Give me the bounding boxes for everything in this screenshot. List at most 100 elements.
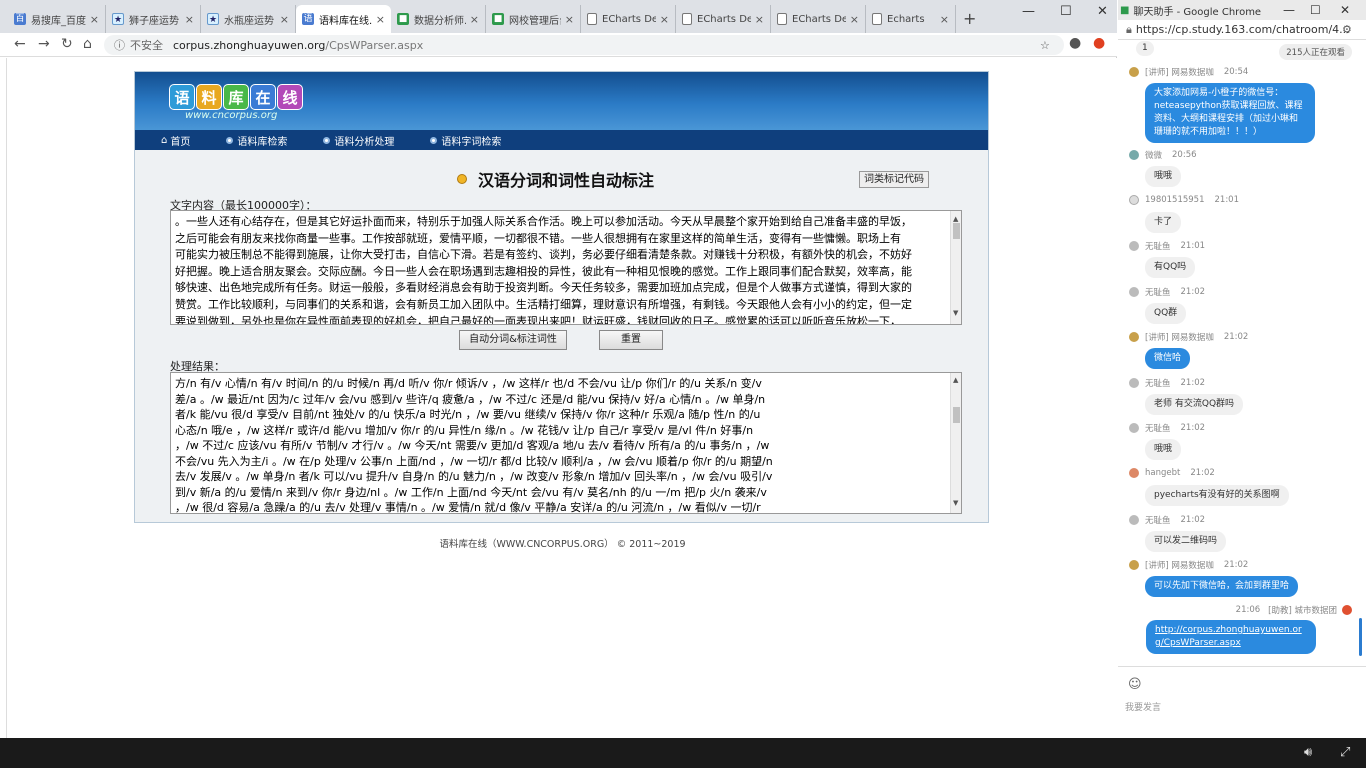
tab-baidu[interactable]: 百易搜库_百度...×: [8, 5, 106, 33]
url-path: /CpsWParser.aspx: [325, 38, 424, 52]
tab-echarts-4[interactable]: Echarts ×: [866, 5, 956, 33]
result-line: 不会/vu 先入为主/i 。/w 在/p 处理/v 公事/n 上面/nd ，/w…: [175, 454, 773, 468]
lock-icon: 🔒︎: [1126, 22, 1132, 36]
segment-tag-button[interactable]: 自动分词&标注词性: [459, 330, 567, 350]
page-icon: [872, 13, 882, 25]
bullet-icon: [226, 136, 234, 144]
tab-echarts-1[interactable]: ECharts Dem...×: [581, 5, 676, 33]
result-line: 去/v 发展/v 。/w 单身/n 者/k 可以/vu 提升/v 自身/n 的/…: [175, 470, 773, 483]
chat-scrollbar[interactable]: [1359, 618, 1362, 656]
avatar: [1129, 287, 1139, 297]
close-window-button[interactable]: ✕: [1097, 4, 1108, 19]
bookmark-star-icon[interactable]: ☆: [1040, 39, 1050, 52]
close-icon[interactable]: ×: [376, 13, 385, 26]
avatar: [1129, 423, 1139, 433]
reset-button[interactable]: 重置: [599, 330, 663, 350]
site-logo[interactable]: 语 料 库 在 线: [169, 84, 304, 110]
text-input-area[interactable]: 。一些人还有心结存在，但是其它好运扑面而来，特别乐于加强人际关系合作活。晚上可以…: [170, 210, 962, 325]
minimize-button[interactable]: —: [1022, 4, 1035, 19]
message-header: 无耻鱼 21:01: [1129, 240, 1205, 252]
maximize-button[interactable]: ☐: [1310, 3, 1321, 17]
scroll-up-icon[interactable]: ▲: [953, 373, 958, 389]
site-footer: 语料库在线（WWW.CNCORPUS.ORG） © 2011~2019: [439, 539, 686, 550]
star-icon: ★: [112, 13, 124, 25]
message-header: 无耻鱼 21:02: [1129, 514, 1205, 526]
nav-corpus-search[interactable]: 语料库检索: [226, 133, 287, 148]
corpus-link[interactable]: http://corpus.zhonghuayuwen.org/CpsWPars…: [1155, 625, 1302, 648]
extension-icon[interactable]: ●: [1093, 35, 1105, 51]
result-scrollbar[interactable]: ▲ ▼: [950, 373, 961, 513]
emoji-icon[interactable]: ☺: [1128, 677, 1142, 692]
close-icon[interactable]: ×: [565, 13, 574, 26]
tab-echarts-2[interactable]: ECharts Dem...×: [676, 5, 771, 33]
tab-admin[interactable]: ■网校管理后台...×: [486, 5, 581, 33]
info-icon: ⓘ: [114, 39, 125, 52]
close-icon[interactable]: ×: [185, 13, 194, 26]
chat-url-bar[interactable]: 🔒︎ https://cp.study.163.com/chatroom/4..…: [1118, 20, 1366, 40]
message-header: 微微 20:56: [1129, 149, 1197, 161]
result-area[interactable]: 方/n 有/v 心情/n 有/v 时间/n 的/u 时候/n 再/d 听/v 你…: [170, 372, 962, 514]
new-tab-button[interactable]: +: [963, 9, 976, 28]
input-line: 可能实力被压制总不能得到施展，让你大受打击，自信心下滑。若是有签约、谈判，务必要…: [175, 248, 912, 262]
web-page: 语 料 库 在 线 www.cncorpus.org ⌂ 首页 语料库检索 语料分…: [6, 58, 1117, 738]
tab-aquarius[interactable]: ★水瓶座运势 ·...×: [201, 5, 296, 33]
tab-corpus[interactable]: 语语料库在线...×: [296, 5, 391, 33]
chat-bubble: QQ群: [1145, 303, 1187, 324]
close-icon[interactable]: ×: [940, 13, 949, 26]
minimize-button[interactable]: —: [1283, 3, 1295, 17]
chat-input[interactable]: 我要发言: [1125, 700, 1161, 713]
volume-icon[interactable]: 🔊︎: [1304, 745, 1312, 760]
scroll-down-icon[interactable]: ▼: [953, 496, 958, 512]
avatar: [1129, 150, 1139, 160]
close-window-button[interactable]: ✕: [1340, 3, 1350, 17]
tab-analyst[interactable]: ■数据分析师...×: [391, 5, 486, 33]
close-icon[interactable]: ×: [280, 13, 289, 26]
close-icon[interactable]: ×: [850, 13, 859, 26]
message-header: 19801515951 21:01: [1129, 195, 1239, 205]
url-domain: corpus.zhonghuayuwen.org: [173, 38, 326, 52]
result-line: 差/a 。/w 最近/nt 因为/c 过年/v 会/vu 感到/v 些许/q 疲…: [175, 392, 766, 406]
scroll-thumb[interactable]: [953, 407, 960, 423]
home-icon[interactable]: ⌂: [83, 36, 92, 52]
forward-icon[interactable]: →: [38, 36, 50, 52]
nav-corpus-analysis[interactable]: 语料分析处理: [323, 133, 394, 148]
chat-bubble: 老师 有交流QQ群吗: [1145, 394, 1244, 415]
tab-leo[interactable]: ★狮子座运势 ·...×: [106, 5, 201, 33]
tab-echarts-3[interactable]: ECharts Dem...×: [771, 5, 866, 33]
back-icon[interactable]: ←: [14, 36, 26, 52]
avatar: [1129, 515, 1139, 525]
maximize-button[interactable]: ☐: [1060, 4, 1072, 19]
url-input[interactable]: ⓘ 不安全 corpus.zhonghuayuwen.org/CpsWParse…: [104, 35, 1064, 55]
taskbar: 🔊︎ ⤢: [0, 738, 1366, 768]
address-bar-row: ← → ↻ ⌂ ⓘ 不安全 corpus.zhonghuayuwen.org/C…: [0, 33, 1117, 57]
close-icon[interactable]: ×: [470, 13, 479, 26]
avatar: [1129, 560, 1139, 570]
message-header: 21:06 [助教] 城市数据团: [1236, 604, 1352, 616]
fullscreen-icon[interactable]: ⤢: [1340, 745, 1350, 760]
close-icon[interactable]: ×: [90, 13, 99, 26]
avatar: [1129, 195, 1139, 205]
result-line: 到/v 新/a 的/u 爱情/n 来到/v 你/r 身边/nl 。/w 工作/n…: [175, 485, 767, 499]
site-banner: 语 料 库 在 线 www.cncorpus.org: [135, 72, 988, 130]
scroll-down-icon[interactable]: ▼: [953, 305, 958, 322]
nav-word-search[interactable]: 语料字词检索: [430, 133, 501, 148]
chat-link-bubble[interactable]: http://corpus.zhonghuayuwen.org/CpsWPars…: [1146, 620, 1316, 654]
close-icon[interactable]: ×: [660, 13, 669, 26]
close-icon[interactable]: ×: [755, 13, 764, 26]
profile-icon[interactable]: ●: [1069, 35, 1081, 51]
chat-bubble: 可以发二维码吗: [1145, 531, 1227, 552]
message-header: [讲师] 网易数据咖 20:54: [1129, 66, 1248, 78]
scroll-thumb[interactable]: [953, 223, 960, 239]
nav-home[interactable]: ⌂ 首页: [161, 133, 190, 148]
input-scrollbar[interactable]: ▲ ▼: [950, 211, 961, 324]
reload-icon[interactable]: ↻: [61, 36, 73, 52]
message-header: hangebt 21:02: [1129, 468, 1215, 478]
page-icon: [682, 13, 692, 25]
message-header: [讲师] 网易数据咖 21:02: [1129, 331, 1248, 343]
result-line: 心态/n 哦/e ，/w 这样/r 或许/d 能/vu 增加/v 你/r 的/u…: [175, 423, 754, 437]
chat-bubble: 1: [1136, 41, 1154, 56]
pos-tag-code-button[interactable]: 词类标记代码: [859, 171, 929, 188]
message-header: 无耻鱼 21:02: [1129, 377, 1205, 389]
extension-icon[interactable]: ⚙: [1342, 23, 1352, 36]
avatar: [1129, 241, 1139, 251]
